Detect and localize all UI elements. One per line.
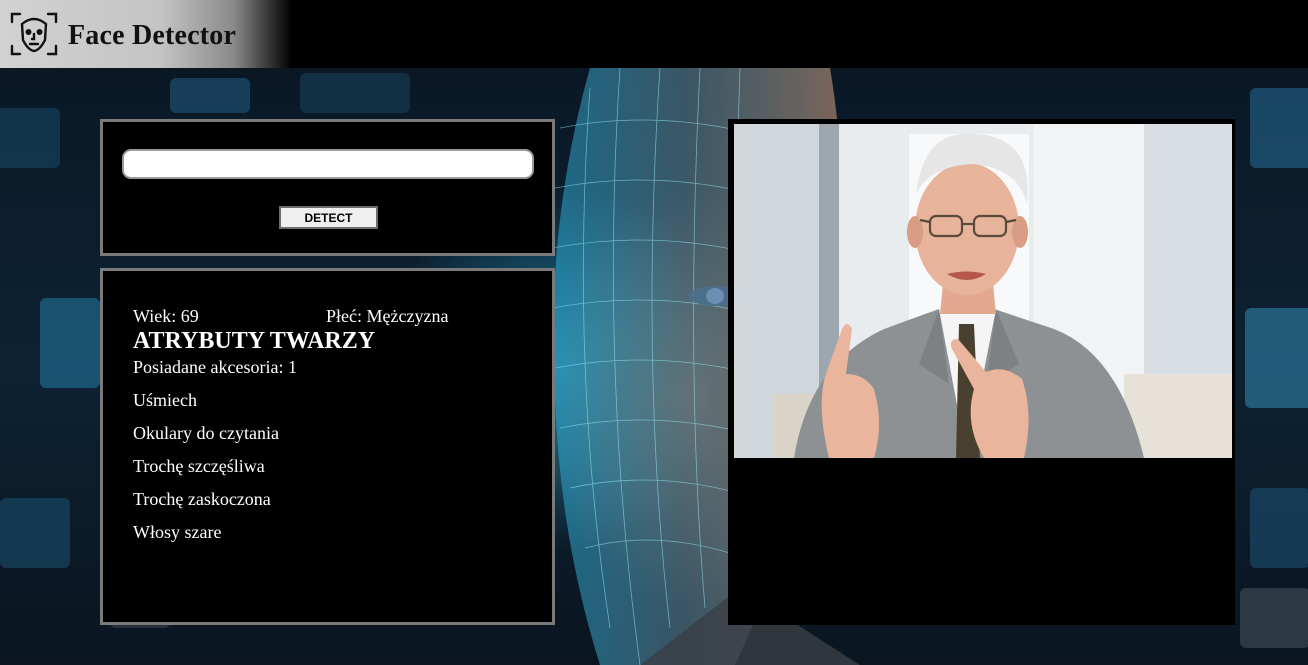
face-scan-icon: [10, 12, 58, 56]
accessories-count: 1: [287, 357, 297, 377]
age-label: Wiek:: [133, 306, 177, 326]
brand[interactable]: Face Detector: [0, 0, 292, 68]
accessories-field: Posiadane akcesoria: 1: [133, 357, 297, 377]
age-value: 69: [180, 306, 199, 326]
bokeh-light: [1250, 488, 1308, 568]
bokeh-light: [170, 78, 250, 113]
bokeh-light: [0, 108, 60, 168]
image-preview-panel: [728, 119, 1235, 625]
bokeh-light: [1250, 88, 1308, 168]
app-title: Face Detector: [68, 20, 237, 51]
attribute-item: Włosy szare: [133, 522, 222, 542]
detect-button[interactable]: DETECT: [279, 206, 378, 229]
image-url-input[interactable]: [122, 149, 534, 179]
bokeh-light: [1240, 588, 1308, 648]
bokeh-light: [0, 498, 70, 568]
attribute-item: Uśmiech: [133, 390, 197, 410]
age-field: Wiek: 69: [133, 306, 199, 326]
bokeh-light: [40, 298, 100, 388]
attribute-item: Trochę szczęśliwa: [133, 456, 265, 476]
gender-field: Płeć: Mężczyzna: [326, 306, 448, 326]
detect-form-panel: DETECT: [100, 119, 555, 256]
gender-label: Płeć:: [326, 306, 362, 326]
attribute-item: Trochę zaskoczona: [133, 489, 271, 509]
gender-value: Mężczyzna: [366, 306, 449, 326]
accessories-label: Posiadane akcesoria:: [133, 357, 284, 377]
attribute-item: Okulary do czytania: [133, 423, 279, 443]
analyzed-photo: [734, 124, 1232, 458]
bokeh-light: [1245, 308, 1308, 408]
attributes-heading: ATRYBUTY TWARZY: [133, 328, 376, 354]
results-panel: Wiek: 69 Płeć: Mężczyzna ATRYBUTY TWARZY…: [100, 268, 555, 625]
app-header: Face Detector: [0, 0, 1308, 68]
bokeh-light: [300, 73, 410, 113]
